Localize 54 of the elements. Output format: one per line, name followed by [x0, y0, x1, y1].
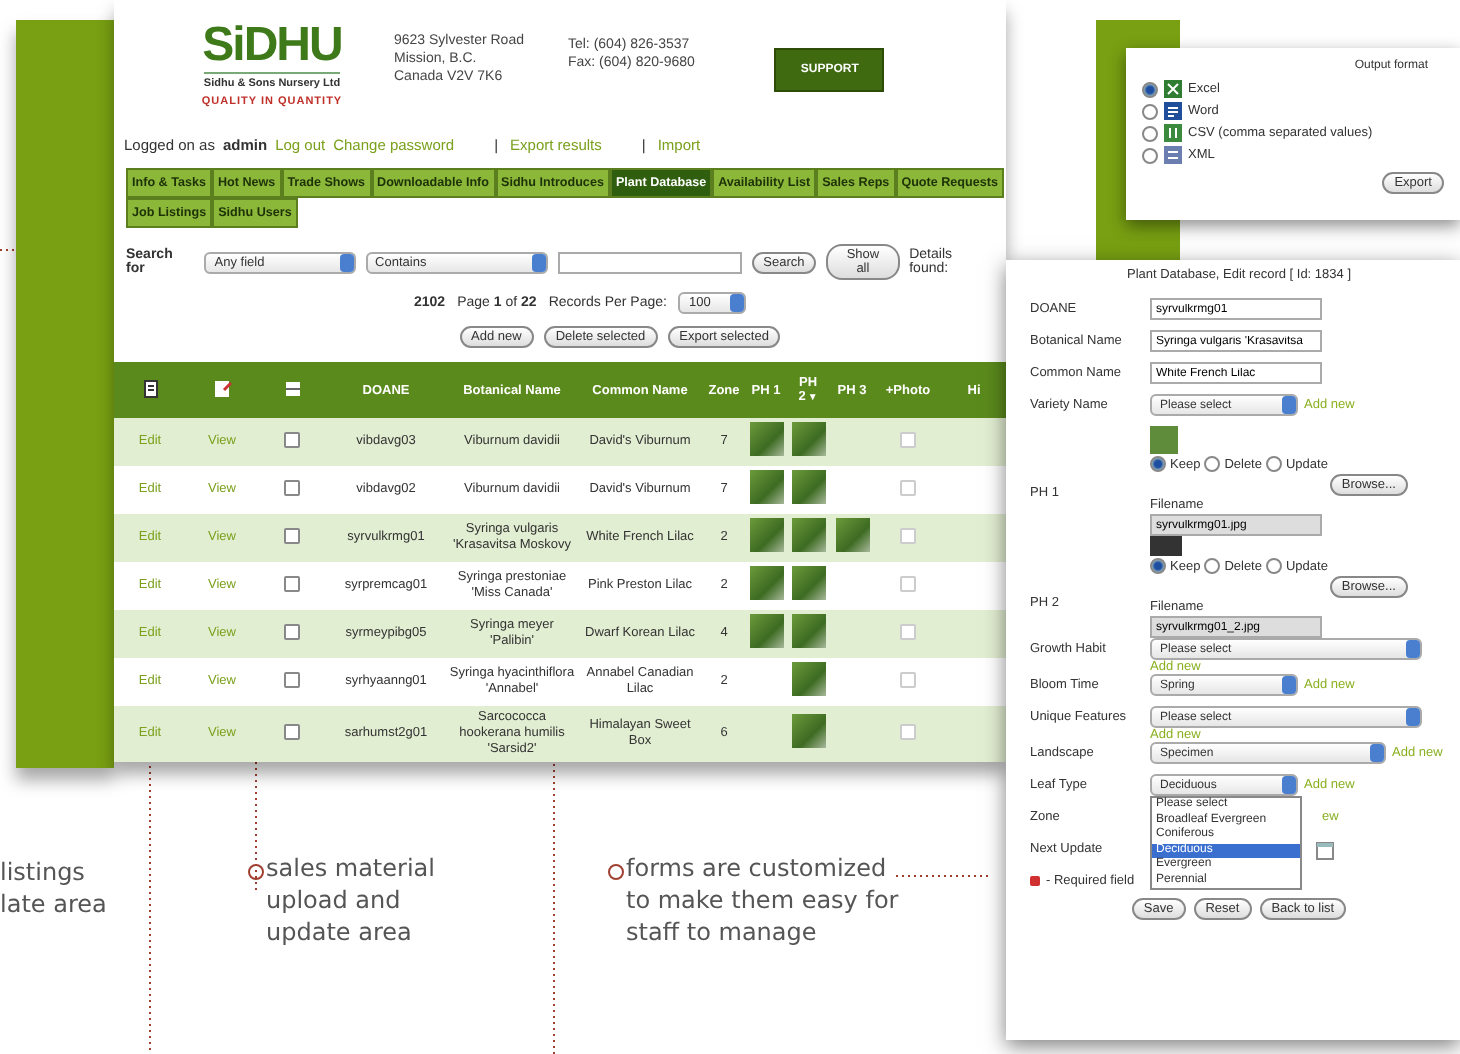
photo-checkbox[interactable] [900, 575, 916, 591]
photo-placeholder[interactable] [749, 614, 783, 648]
calendar-icon[interactable] [1316, 842, 1334, 860]
logo: SiDHU [202, 20, 342, 72]
document-icon [1164, 102, 1182, 120]
photo-placeholder[interactable] [791, 714, 825, 748]
format-radio[interactable] [1142, 147, 1158, 163]
photo-placeholder [1150, 536, 1182, 556]
format-radio[interactable] [1142, 125, 1158, 141]
row-checkbox[interactable] [284, 479, 300, 495]
photo-checkbox[interactable] [900, 671, 916, 687]
search-field[interactable] [557, 251, 742, 273]
photo-option-radio[interactable] [1150, 558, 1166, 574]
notepad-icon[interactable] [213, 379, 231, 397]
format-radio[interactable] [1142, 81, 1158, 97]
photo-checkbox[interactable] [900, 431, 916, 447]
photo-placeholder[interactable] [749, 566, 783, 600]
photo-placeholder[interactable] [791, 614, 825, 648]
photo-placeholder[interactable] [791, 470, 825, 504]
spreadsheet-icon [1164, 80, 1182, 98]
photo-placeholder[interactable] [749, 518, 783, 552]
annotation-text: sales material upload and update area [266, 852, 435, 948]
photo-option-radio[interactable] [1265, 558, 1282, 574]
photo-option-radio[interactable] [1204, 456, 1221, 472]
photo-option-radio[interactable] [1265, 456, 1282, 472]
photo-placeholder[interactable] [791, 662, 825, 696]
photo-placeholder[interactable] [749, 470, 783, 504]
select-all-icon[interactable] [285, 381, 299, 395]
row-checkbox[interactable] [284, 575, 300, 591]
photo-option-radio[interactable] [1204, 558, 1221, 574]
photo-placeholder[interactable] [835, 518, 869, 552]
row-checkbox[interactable] [284, 623, 300, 639]
photo-checkbox[interactable] [900, 527, 916, 543]
required-marker-icon [1030, 876, 1040, 886]
photo-placeholder[interactable] [791, 422, 825, 456]
document-icon[interactable] [143, 379, 157, 397]
file-icon [1164, 146, 1182, 164]
photo-placeholder [1150, 426, 1178, 454]
row-checkbox[interactable] [284, 723, 300, 739]
photo-placeholder[interactable] [791, 566, 825, 600]
photo-option-radio[interactable] [1150, 456, 1166, 472]
photo-checkbox[interactable] [900, 623, 916, 639]
photo-placeholder[interactable] [749, 422, 783, 456]
row-checkbox[interactable] [284, 671, 300, 687]
photo-placeholder[interactable] [791, 518, 825, 552]
row-checkbox[interactable] [284, 527, 300, 543]
annotation-text: listings late area [0, 856, 107, 920]
photo-checkbox[interactable] [900, 723, 916, 739]
leader-line [895, 875, 989, 877]
annotation-text: forms are customized to make them easy for staff to manage [626, 852, 899, 948]
photo-checkbox[interactable] [900, 479, 916, 495]
format-radio[interactable] [1142, 103, 1158, 119]
row-checkbox[interactable] [284, 431, 300, 447]
spreadsheet-icon [1164, 124, 1182, 142]
